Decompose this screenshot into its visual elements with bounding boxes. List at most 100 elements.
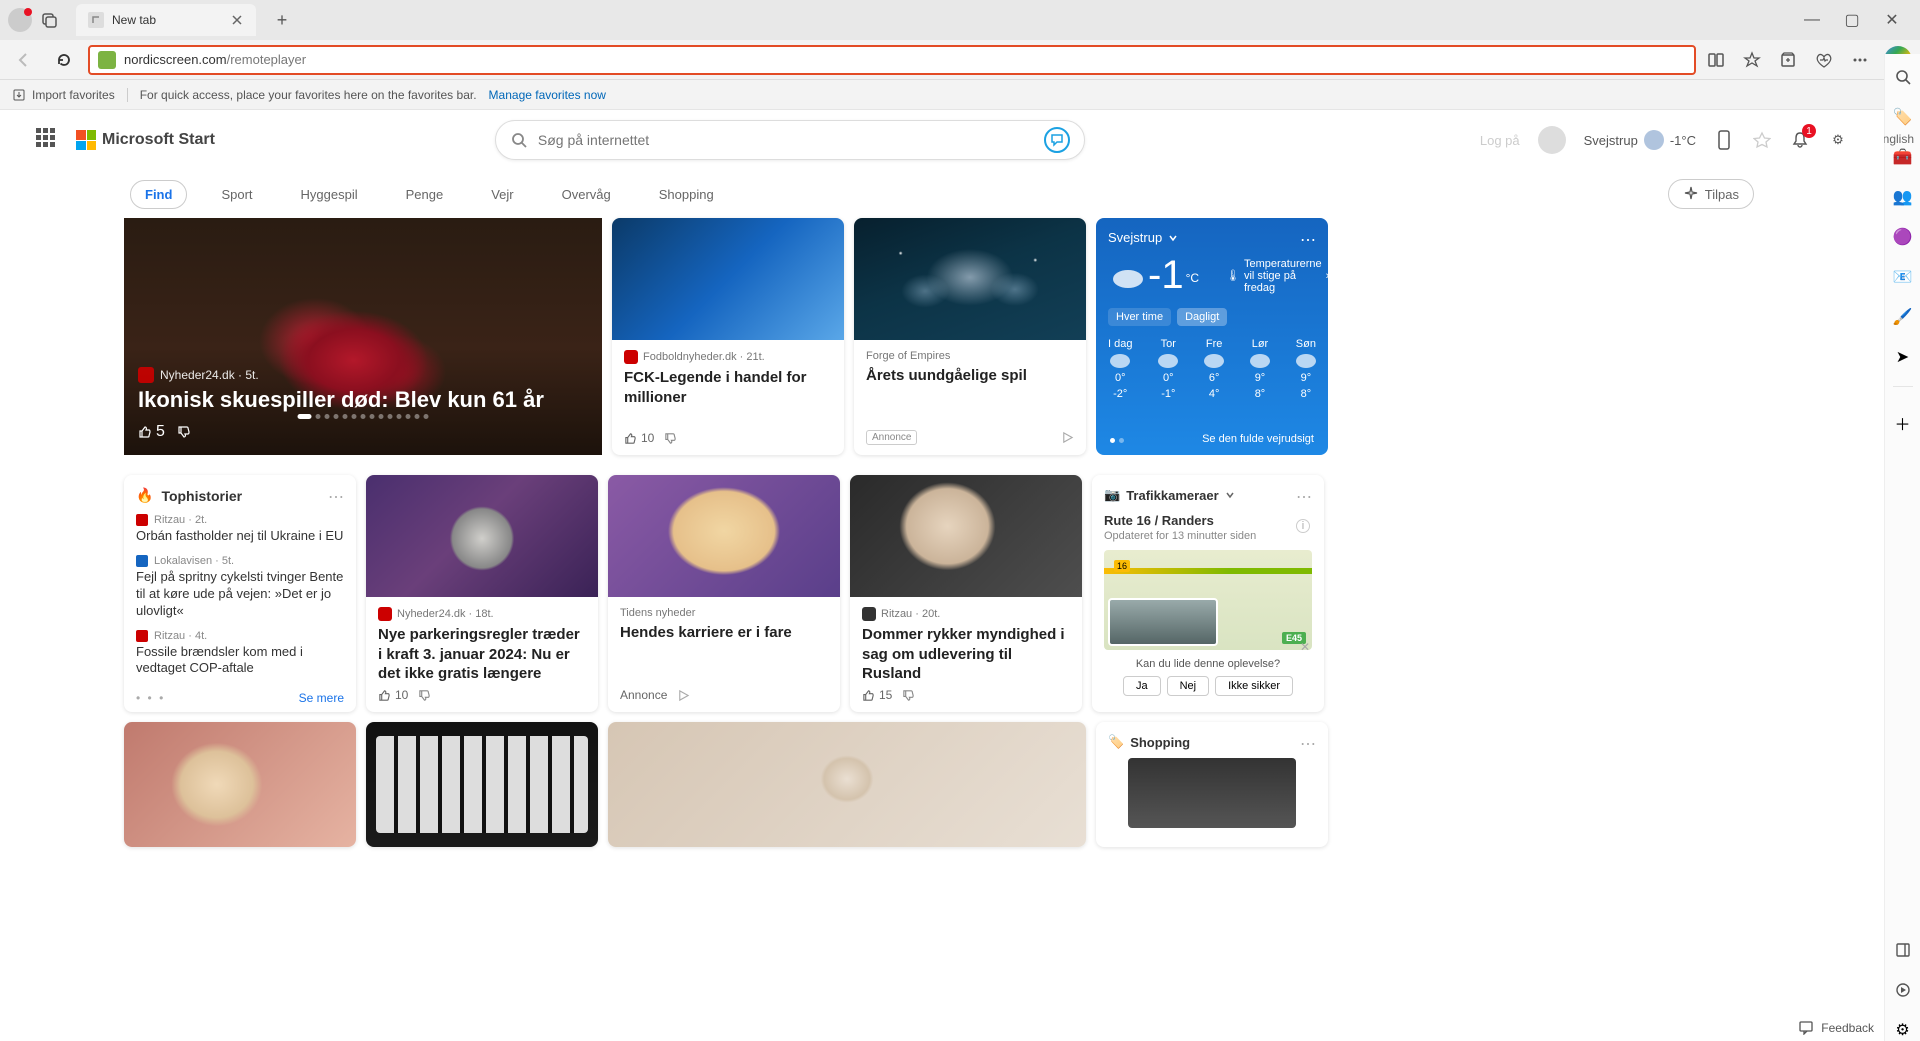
rewards-icon[interactable]	[1752, 130, 1772, 150]
weather-tab-hourly[interactable]: Hver time	[1108, 308, 1171, 326]
profile-icon[interactable]	[8, 8, 32, 32]
sidebar-settings-icon[interactable]: ⚙	[1892, 1019, 1914, 1041]
like-button[interactable]: 15	[862, 688, 892, 702]
widget-pager[interactable]	[1110, 438, 1124, 443]
widget-more-icon[interactable]: ⋯	[1300, 734, 1316, 754]
mobile-icon[interactable]	[1714, 130, 1734, 150]
sidebar-image-icon[interactable]: 🖌️	[1892, 306, 1914, 328]
search-input[interactable]	[538, 132, 1044, 148]
sidebar-drop-icon[interactable]: ➤	[1892, 346, 1914, 368]
shopping-widget[interactable]: ⋯ 🏷️Shopping	[1096, 722, 1328, 847]
weather-widget[interactable]: ⋯ Svejstrup -1 °C 🌡Temperaturerne vil st…	[1096, 218, 1328, 455]
refresh-button[interactable]	[48, 44, 80, 76]
traffic-map[interactable]: 16 E45	[1104, 550, 1312, 650]
nav-games[interactable]: Hyggespil	[287, 181, 372, 208]
news-card[interactable]	[366, 722, 598, 847]
top-story-item[interactable]: Lokalavisen · 5t. Fejl på spritny cykels…	[136, 555, 344, 620]
more-menu-icon[interactable]	[1848, 48, 1872, 72]
feedback-unsure-button[interactable]: Ikke sikker	[1215, 676, 1293, 696]
sidebar-add-icon[interactable]: ＋	[1892, 412, 1914, 434]
nav-find[interactable]: Find	[130, 180, 187, 209]
sidebar-tools-icon[interactable]: 🧰	[1892, 146, 1914, 168]
customize-button[interactable]: Tilpas	[1668, 179, 1754, 209]
ad-card[interactable]: Forge of Empires Årets uundgåelige spil …	[854, 218, 1086, 455]
window-close-button[interactable]: ✕	[1882, 10, 1902, 30]
close-prompt-icon[interactable]: ✕	[1300, 640, 1310, 654]
new-tab-button[interactable]: +	[268, 6, 296, 34]
dislike-button[interactable]	[902, 689, 915, 702]
collections-icon[interactable]	[1776, 48, 1800, 72]
like-button[interactable]: 10	[378, 688, 408, 702]
forecast-day[interactable]: Fre6°4°	[1204, 338, 1224, 400]
manage-favorites-link[interactable]: Manage favorites now	[489, 88, 606, 102]
see-more-link[interactable]: Se mere	[299, 691, 344, 705]
nav-sport[interactable]: Sport	[207, 181, 266, 208]
browser-essentials-icon[interactable]	[1812, 48, 1836, 72]
forecast-day[interactable]: Tor0°-1°	[1158, 338, 1178, 400]
back-button[interactable]	[8, 44, 40, 76]
nav-shopping[interactable]: Shopping	[645, 181, 728, 208]
browser-tab[interactable]: New tab	[76, 4, 256, 36]
top-story-item[interactable]: Ritzau · 4t. Fossile brændsler kom med i…	[136, 630, 344, 678]
news-card[interactable]	[608, 722, 1086, 847]
widget-more-icon[interactable]: ⋯	[1300, 230, 1316, 250]
news-card[interactable]: Nyheder24.dk · 18t. Nye parkeringsregler…	[366, 475, 598, 712]
news-card[interactable]: Ritzau · 20t. Dommer rykker myndighed i …	[850, 475, 1082, 712]
news-card[interactable]	[124, 722, 356, 847]
info-icon[interactable]: i	[1296, 519, 1310, 533]
ad-choices-icon[interactable]	[677, 689, 690, 702]
widget-more-icon[interactable]: ⋯	[1296, 487, 1312, 507]
feedback-no-button[interactable]: Nej	[1167, 676, 1210, 696]
settings-icon[interactable]: ⚙	[1828, 130, 1848, 150]
app-launcher-icon[interactable]	[36, 128, 60, 152]
item-title: Fejl på spritny cykelsti tvinger Bente t…	[136, 569, 344, 620]
ad-choices-icon[interactable]	[1061, 431, 1074, 444]
sidebar-office-icon[interactable]: 🟣	[1892, 226, 1914, 248]
widget-more-icon[interactable]: ⋯	[328, 487, 344, 507]
forecast-day[interactable]: I dag0°-2°	[1108, 338, 1132, 400]
signin-link[interactable]: Log på	[1480, 133, 1520, 148]
nav-watch[interactable]: Overvåg	[548, 181, 625, 208]
import-favorites-button[interactable]: Import favorites	[12, 88, 128, 102]
bing-chat-icon[interactable]	[1044, 127, 1070, 153]
window-minimize-button[interactable]: —	[1802, 10, 1822, 30]
chevron-right-icon[interactable]: ›	[1326, 270, 1330, 282]
forecast-day[interactable]: Søn9°8°	[1296, 338, 1316, 400]
sidebar-outlook-icon[interactable]: 📧	[1892, 266, 1914, 288]
favorites-star-icon[interactable]	[1740, 48, 1764, 72]
more-dots-icon[interactable]: • • •	[136, 691, 165, 705]
user-avatar[interactable]	[1538, 126, 1566, 154]
notifications-icon[interactable]: 1	[1790, 130, 1810, 150]
top-story-item[interactable]: Ritzau · 2t. Orbán fastholder nej til Uk…	[136, 514, 344, 545]
search-box[interactable]	[495, 120, 1085, 160]
weather-tab-daily[interactable]: Dagligt	[1177, 308, 1227, 326]
like-button[interactable]: 5	[138, 423, 165, 441]
split-screen-icon[interactable]	[1704, 48, 1728, 72]
microsoft-start-logo[interactable]: Microsoft Start	[76, 130, 215, 150]
hero-card[interactable]: Nyheder24.dk · 5t. Ikonisk skuespiller d…	[124, 218, 602, 455]
sidebar-hide-icon[interactable]	[1892, 979, 1914, 1001]
carousel-dots[interactable]	[298, 414, 429, 419]
news-card[interactable]: Fodboldnyheder.dk · 21t. FCK-Legende i h…	[612, 218, 844, 455]
forecast-day[interactable]: Lør9°8°	[1250, 338, 1270, 400]
dislike-button[interactable]	[418, 689, 431, 702]
dislike-button[interactable]	[177, 425, 191, 439]
sidebar-search-icon[interactable]	[1892, 66, 1914, 88]
window-maximize-button[interactable]: ▢	[1842, 10, 1862, 30]
full-forecast-link[interactable]: Se den fulde vejrudsigt	[1202, 433, 1314, 445]
address-bar[interactable]: nordicscreen.com/remoteplayer	[88, 45, 1696, 75]
nav-weather[interactable]: Vejr	[477, 181, 527, 208]
sidebar-panel-icon[interactable]	[1892, 939, 1914, 961]
tab-actions-icon[interactable]	[40, 10, 60, 30]
ad-card[interactable]: Tidens nyheder Hendes karriere er i fare…	[608, 475, 840, 712]
feedback-button[interactable]: Feedback	[1799, 1021, 1874, 1035]
chevron-down-icon[interactable]	[1225, 490, 1235, 500]
sidebar-games-icon[interactable]: 👥	[1892, 186, 1914, 208]
tab-close-icon[interactable]	[230, 13, 244, 27]
feedback-yes-button[interactable]: Ja	[1123, 676, 1161, 696]
nav-money[interactable]: Penge	[392, 181, 458, 208]
sidebar-shopping-icon[interactable]: 🏷️	[1892, 106, 1914, 128]
dislike-button[interactable]	[664, 432, 677, 445]
weather-summary[interactable]: Svejstrup -1°C	[1584, 130, 1696, 150]
like-button[interactable]: 10	[624, 431, 654, 445]
